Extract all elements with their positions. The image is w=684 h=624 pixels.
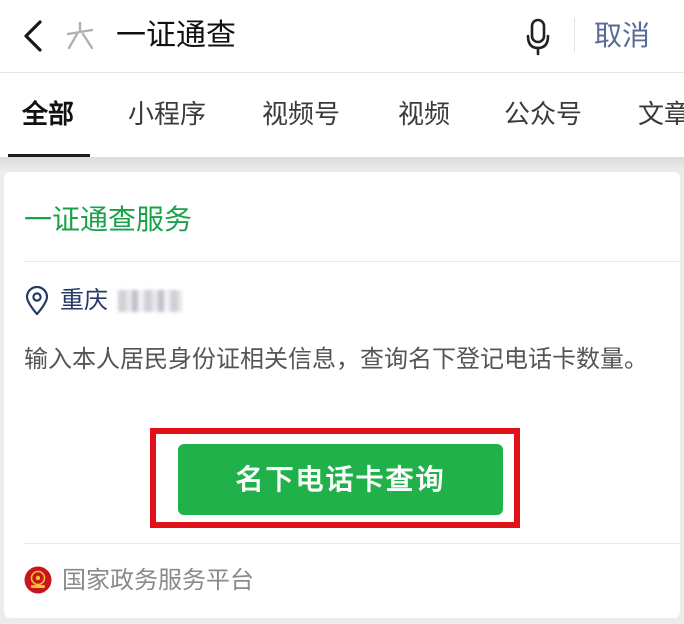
header-divider xyxy=(574,18,575,52)
location-district-redacted xyxy=(118,290,182,312)
tab-official-account[interactable]: 公众号 xyxy=(504,97,582,133)
tab-channels[interactable]: 视频号 xyxy=(262,97,340,133)
weixin-search-icon xyxy=(64,20,96,52)
tab-mini-program[interactable]: 小程序 xyxy=(128,97,206,133)
service-title[interactable]: 一证通查服务 xyxy=(24,200,192,240)
tabs-shadow xyxy=(0,157,684,171)
service-description: 输入本人居民身份证相关信息，查询名下登记电话卡数量。 xyxy=(24,345,648,373)
service-card: 一证通查服务 重庆 输入本人居民身份证相关信息，查询名下登记电话卡数量。 名下电… xyxy=(4,172,680,618)
search-header: 一证通查 取消 xyxy=(0,0,684,72)
tab-article[interactable]: 文章 xyxy=(638,97,684,133)
query-phone-cards-button[interactable]: 名下电话卡查询 xyxy=(178,444,503,515)
search-input[interactable]: 一证通查 xyxy=(116,14,236,58)
location-pin-icon xyxy=(24,285,50,316)
microphone-icon[interactable] xyxy=(524,16,552,56)
location-city[interactable]: 重庆 xyxy=(60,282,108,318)
card-divider xyxy=(24,261,680,262)
cancel-button[interactable]: 取消 xyxy=(594,14,650,58)
source-name[interactable]: 国家政务服务平台 xyxy=(62,562,254,598)
national-emblem-logo xyxy=(24,566,52,594)
back-arrow-icon[interactable] xyxy=(18,16,48,56)
result-type-tabs: 全部 小程序 视频号 视频 公众号 文章 xyxy=(0,73,684,157)
tab-all[interactable]: 全部 xyxy=(22,97,74,133)
tab-video[interactable]: 视频 xyxy=(398,97,450,133)
card-divider xyxy=(24,543,680,544)
